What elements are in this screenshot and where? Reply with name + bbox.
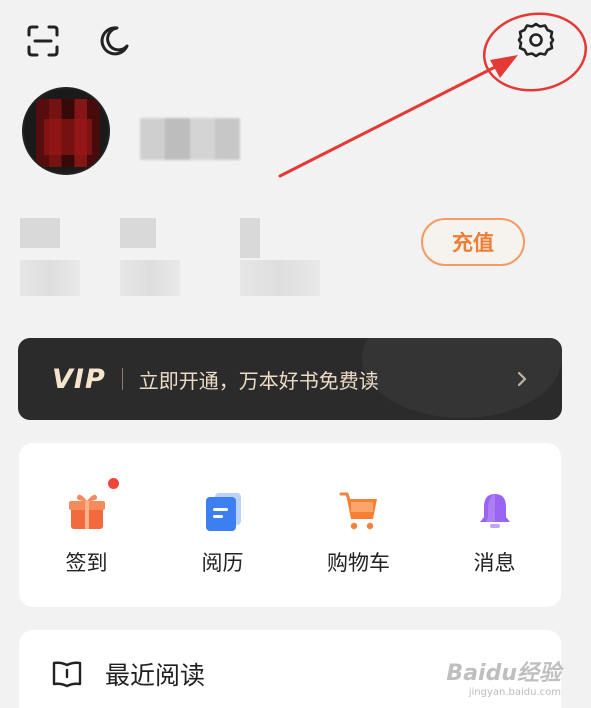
vip-badge: VIP [52,363,106,395]
avatar[interactable] [22,87,110,175]
username-redacted [140,118,240,160]
gear-icon[interactable] [516,20,556,60]
quick-actions-card: 签到 阅历 购物车 消息 [19,443,561,607]
quick-item-messages[interactable]: 消息 [427,443,562,607]
notification-dot [108,478,119,489]
scan-icon[interactable] [23,21,63,61]
open-book-icon [52,661,82,688]
vip-banner[interactable]: VIP 立即开通，万本好书免费读 [18,338,562,420]
quick-item-label: 签到 [65,551,108,575]
stat-redacted-2 [120,218,180,298]
quick-item-label: 购物车 [327,551,390,575]
quick-item-label: 阅历 [201,551,244,575]
vip-divider [121,368,123,390]
cart-icon [339,492,377,530]
stat-redacted-3 [240,218,320,298]
chevron-right-icon [517,371,527,387]
watermark: Baidu经验 jingyan.baidu.com [446,661,561,698]
recharge-button[interactable]: 充值 [421,218,525,266]
stat-redacted-1 [20,218,80,298]
vip-promo-text: 立即开通，万本好书免费读 [138,368,379,393]
gift-icon [69,494,105,529]
bell-icon [480,494,510,528]
quick-item-cart[interactable]: 购物车 [291,443,426,607]
quick-item-history[interactable]: 阅历 [155,443,290,607]
reading-history-icon [206,493,241,531]
quick-item-label: 消息 [473,551,516,575]
moon-icon[interactable] [94,21,134,61]
quick-item-checkin[interactable]: 签到 [19,443,154,607]
recent-reading-title: 最近阅读 [105,661,206,690]
